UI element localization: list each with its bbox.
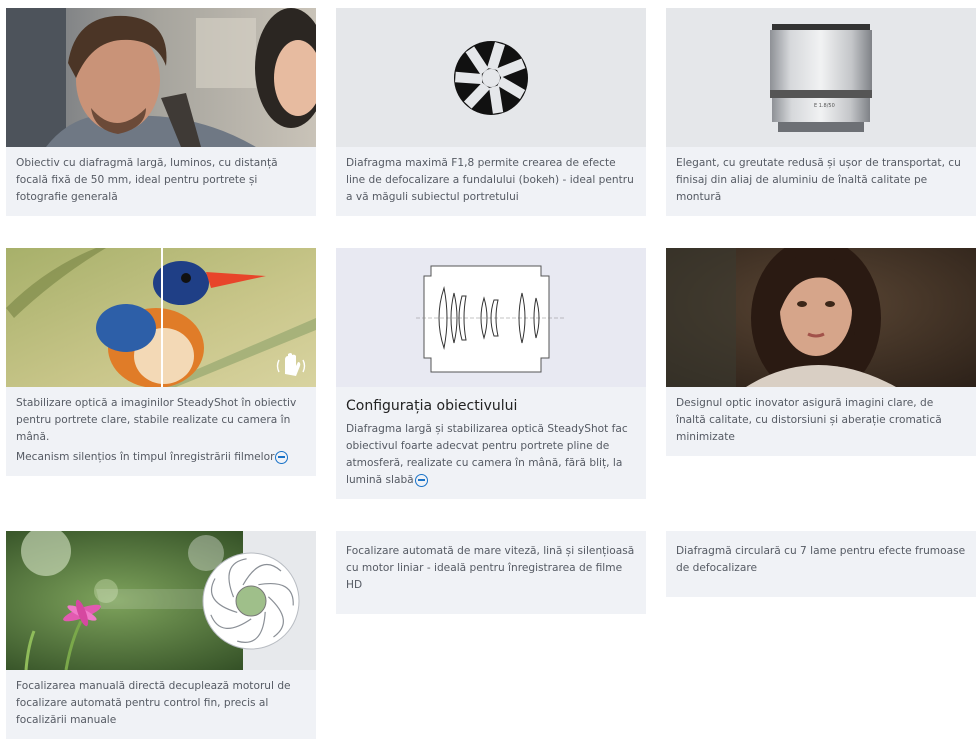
feature-description: Diafragmă circulară cu 7 lame pentru efe…	[676, 545, 966, 574]
feature-card-text: Obiectiv cu diafragmă largă, luminos, cu…	[6, 147, 316, 216]
feature-description: Diafragma largă și stabilizarea optică S…	[346, 423, 628, 486]
flower-focus-image	[6, 531, 316, 670]
feature-card-text: Stabilizare optică a imaginilor SteadySh…	[6, 387, 316, 476]
feature-card-text: Configurația obiectivului Diafragma larg…	[336, 387, 646, 499]
lens-configuration-diagram	[336, 248, 646, 387]
kingfisher-comparison-image	[6, 248, 316, 387]
feature-card-manual-focus: Focalizarea manuală directă decuplează m…	[6, 531, 316, 739]
minus-circle-icon[interactable]	[275, 450, 289, 464]
feature-description: Focalizare automată de mare viteză, lină…	[346, 545, 635, 591]
feature-card-steadyshot: Stabilizare optică a imaginilor SteadySh…	[6, 248, 316, 476]
feature-card-text: Diafragmă circulară cu 7 lame pentru efe…	[666, 531, 976, 597]
feature-card-lens-body: E 1.8/50 Elegant, cu greutate redusă și …	[666, 8, 976, 216]
feature-card-text: Focalizarea manuală directă decuplează m…	[6, 670, 316, 739]
feature-card-text: Focalizare automată de mare viteză, lină…	[336, 531, 646, 614]
aperture-icon	[336, 8, 646, 147]
feature-card-text: Elegant, cu greutate redusă și ușor de t…	[666, 147, 976, 216]
feature-card-text: Diafragma maximă F1,8 permite crearea de…	[336, 147, 646, 216]
feature-description-extra: Mecanism silențios în timpul înregistrăr…	[16, 451, 275, 463]
svg-text:E 1.8/50: E 1.8/50	[814, 103, 835, 109]
feature-description: Designul optic inovator asigură imagini …	[676, 397, 942, 443]
feature-description: Obiectiv cu diafragmă largă, luminos, cu…	[16, 157, 278, 203]
feature-description: Focalizarea manuală directă decuplează m…	[16, 680, 291, 726]
feature-card-autofocus: Focalizare automată de mare viteză, lină…	[336, 531, 646, 614]
feature-description: Stabilizare optică a imaginilor SteadySh…	[16, 397, 297, 443]
feature-description: Diafragma maximă F1,8 permite crearea de…	[346, 157, 634, 203]
feature-card-optical-design: Designul optic inovator asigură imagini …	[666, 248, 976, 456]
portrait-man-image	[6, 8, 316, 147]
feature-card-lens-configuration: Configurația obiectivului Diafragma larg…	[336, 248, 646, 499]
card-title: Configurația obiectivului	[346, 398, 518, 414]
feature-card-circular-aperture: Diafragmă circulară cu 7 lame pentru efe…	[666, 531, 976, 597]
feature-description: Elegant, cu greutate redusă și ușor de t…	[676, 157, 961, 203]
minus-circle-icon[interactable]	[414, 473, 428, 487]
feature-card-aperture: Diafragma maximă F1,8 permite crearea de…	[336, 8, 646, 216]
feature-card-portrait: Obiectiv cu diafragmă largă, luminos, cu…	[6, 8, 316, 216]
lens-product-image: E 1.8/50	[666, 8, 976, 147]
feature-card-text: Designul optic inovator asigură imagini …	[666, 387, 976, 456]
aperture-illustration	[336, 8, 646, 147]
portrait-woman-image	[666, 248, 976, 387]
